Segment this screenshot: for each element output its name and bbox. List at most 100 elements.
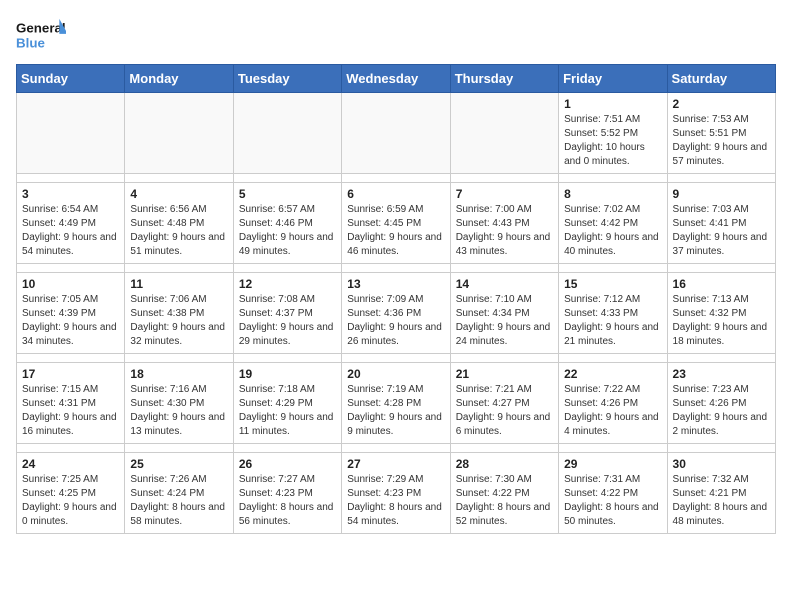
calendar-day-6: 6Sunrise: 6:59 AM Sunset: 4:45 PM Daylig… — [342, 183, 450, 264]
calendar-body: 1Sunrise: 7:51 AM Sunset: 5:52 PM Daylig… — [17, 93, 776, 534]
calendar-day-22: 22 Sunrise: 7:22 AM Sunset: 4:26 PM Dayli… — [559, 363, 667, 444]
calendar-day-30: 30 Sunrise: 7:32 AM Sunset: 4:21 PM Dayli… — [667, 453, 775, 534]
day-info: Sunrise: 7:06 AM Sunset: 4:38 PM Dayligh… — [130, 293, 227, 349]
day-info: Sunrise: 7:15 AM Sunset: 4:31 PM Dayligh… — [22, 383, 119, 439]
day-info: Sunrise: 7:09 AM Sunset: 4:36 PM Dayligh… — [347, 293, 444, 349]
day-number: 10 — [22, 277, 119, 291]
day-number: 4 — [130, 187, 227, 201]
day-info: Sunrise: 6:56 AM Sunset: 4:48 PM Dayligh… — [130, 203, 227, 259]
calendar-header: SundayMondayTuesdayWednesdayThursdayFrid… — [17, 65, 776, 93]
day-info: Sunrise: 7:12 AM Sunset: 4:33 PM Dayligh… — [564, 293, 661, 349]
day-number: 1 — [564, 97, 661, 111]
day-number: 19 — [239, 367, 336, 381]
day-info: Sunrise: 7:30 AM Sunset: 4:22 PM Dayligh… — [456, 473, 553, 529]
weekday-wednesday: Wednesday — [342, 65, 450, 93]
day-info: Sunrise: 6:54 AM Sunset: 4:49 PM Dayligh… — [22, 203, 119, 259]
calendar-day-9: 9 Sunrise: 7:03 AM Sunset: 4:41 PM Daylig… — [667, 183, 775, 264]
day-info: Sunrise: 7:32 AM Sunset: 4:21 PM Dayligh… — [673, 473, 770, 529]
day-number: 27 — [347, 457, 444, 471]
day-number: 28 — [456, 457, 553, 471]
calendar-day-21: 21 Sunrise: 7:21 AM Sunset: 4:27 PM Dayli… — [450, 363, 558, 444]
calendar-day-empty — [125, 93, 233, 174]
calendar-day-16: 16Sunrise: 7:13 AM Sunset: 4:32 PM Dayli… — [667, 273, 775, 354]
weekday-monday: Monday — [125, 65, 233, 93]
day-number: 15 — [564, 277, 661, 291]
day-number: 30 — [673, 457, 770, 471]
day-number: 23 — [673, 367, 770, 381]
calendar-day-empty — [342, 93, 450, 174]
day-info: Sunrise: 7:13 AM Sunset: 4:32 PM Dayligh… — [673, 293, 770, 349]
calendar-day-empty — [450, 93, 558, 174]
calendar-day-15: 15 Sunrise: 7:12 AM Sunset: 4:33 PM Dayli… — [559, 273, 667, 354]
day-number: 5 — [239, 187, 336, 201]
day-info: Sunrise: 7:03 AM Sunset: 4:41 PM Dayligh… — [673, 203, 770, 259]
calendar-day-3: 3 Sunrise: 6:54 AM Sunset: 4:49 PM Daylig… — [17, 183, 125, 264]
day-info: Sunrise: 7:26 AM Sunset: 4:24 PM Dayligh… — [130, 473, 227, 529]
calendar-day-empty — [233, 93, 341, 174]
calendar-day-26: 26 Sunrise: 7:27 AM Sunset: 4:23 PM Dayli… — [233, 453, 341, 534]
day-info: Sunrise: 7:21 AM Sunset: 4:27 PM Dayligh… — [456, 383, 553, 439]
weekday-sunday: Sunday — [17, 65, 125, 93]
day-info: Sunrise: 7:25 AM Sunset: 4:25 PM Dayligh… — [22, 473, 119, 529]
calendar-day-19: 19 Sunrise: 7:18 AM Sunset: 4:29 PM Dayli… — [233, 363, 341, 444]
day-number: 29 — [564, 457, 661, 471]
calendar-week-2: 3 Sunrise: 6:54 AM Sunset: 4:49 PM Daylig… — [17, 183, 776, 264]
weekday-thursday: Thursday — [450, 65, 558, 93]
day-number: 18 — [130, 367, 227, 381]
calendar-day-12: 12 Sunrise: 7:08 AM Sunset: 4:37 PM Dayli… — [233, 273, 341, 354]
calendar-day-1: 1Sunrise: 7:51 AM Sunset: 5:52 PM Daylig… — [559, 93, 667, 174]
day-number: 3 — [22, 187, 119, 201]
calendar-week-4: 17 Sunrise: 7:15 AM Sunset: 4:31 PM Dayli… — [17, 363, 776, 444]
day-info: Sunrise: 7:18 AM Sunset: 4:29 PM Dayligh… — [239, 383, 336, 439]
day-info: Sunrise: 6:57 AM Sunset: 4:46 PM Dayligh… — [239, 203, 336, 259]
day-number: 13 — [347, 277, 444, 291]
day-number: 26 — [239, 457, 336, 471]
day-info: Sunrise: 7:00 AM Sunset: 4:43 PM Dayligh… — [456, 203, 553, 259]
calendar-day-11: 11 Sunrise: 7:06 AM Sunset: 4:38 PM Dayli… — [125, 273, 233, 354]
weekday-header-row: SundayMondayTuesdayWednesdayThursdayFrid… — [17, 65, 776, 93]
day-number: 8 — [564, 187, 661, 201]
calendar-day-23: 23Sunrise: 7:23 AM Sunset: 4:26 PM Dayli… — [667, 363, 775, 444]
day-number: 21 — [456, 367, 553, 381]
day-info: Sunrise: 7:10 AM Sunset: 4:34 PM Dayligh… — [456, 293, 553, 349]
svg-text:General: General — [16, 20, 66, 35]
day-info: Sunrise: 7:19 AM Sunset: 4:28 PM Dayligh… — [347, 383, 444, 439]
day-number: 17 — [22, 367, 119, 381]
calendar-day-24: 24 Sunrise: 7:25 AM Sunset: 4:25 PM Dayli… — [17, 453, 125, 534]
day-info: Sunrise: 6:59 AM Sunset: 4:45 PM Dayligh… — [347, 203, 444, 259]
day-info: Sunrise: 7:02 AM Sunset: 4:42 PM Dayligh… — [564, 203, 661, 259]
day-info: Sunrise: 7:31 AM Sunset: 4:22 PM Dayligh… — [564, 473, 661, 529]
day-info: Sunrise: 7:16 AM Sunset: 4:30 PM Dayligh… — [130, 383, 227, 439]
day-number: 7 — [456, 187, 553, 201]
calendar-table: SundayMondayTuesdayWednesdayThursdayFrid… — [16, 64, 776, 534]
calendar-day-25: 25Sunrise: 7:26 AM Sunset: 4:24 PM Dayli… — [125, 453, 233, 534]
calendar-day-7: 7 Sunrise: 7:00 AM Sunset: 4:43 PM Daylig… — [450, 183, 558, 264]
weekday-friday: Friday — [559, 65, 667, 93]
logo-svg: GeneralBlue — [16, 16, 66, 56]
calendar-week-3: 10Sunrise: 7:05 AM Sunset: 4:39 PM Dayli… — [17, 273, 776, 354]
calendar-day-5: 5 Sunrise: 6:57 AM Sunset: 4:46 PM Daylig… — [233, 183, 341, 264]
day-number: 9 — [673, 187, 770, 201]
calendar-day-8: 8 Sunrise: 7:02 AM Sunset: 4:42 PM Daylig… — [559, 183, 667, 264]
day-number: 22 — [564, 367, 661, 381]
day-info: Sunrise: 7:22 AM Sunset: 4:26 PM Dayligh… — [564, 383, 661, 439]
day-info: Sunrise: 7:08 AM Sunset: 4:37 PM Dayligh… — [239, 293, 336, 349]
logo: GeneralBlue — [16, 16, 66, 56]
calendar-day-10: 10Sunrise: 7:05 AM Sunset: 4:39 PM Dayli… — [17, 273, 125, 354]
day-number: 24 — [22, 457, 119, 471]
weekday-tuesday: Tuesday — [233, 65, 341, 93]
calendar-day-2: 2Sunrise: 7:53 AM Sunset: 5:51 PM Daylig… — [667, 93, 775, 174]
day-number: 20 — [347, 367, 444, 381]
calendar-day-empty — [17, 93, 125, 174]
calendar-day-29: 29 Sunrise: 7:31 AM Sunset: 4:22 PM Dayli… — [559, 453, 667, 534]
calendar-day-4: 4 Sunrise: 6:56 AM Sunset: 4:48 PM Daylig… — [125, 183, 233, 264]
calendar-week-1: 1Sunrise: 7:51 AM Sunset: 5:52 PM Daylig… — [17, 93, 776, 174]
day-info: Sunrise: 7:27 AM Sunset: 4:23 PM Dayligh… — [239, 473, 336, 529]
svg-text:Blue: Blue — [16, 35, 45, 50]
day-number: 12 — [239, 277, 336, 291]
day-number: 14 — [456, 277, 553, 291]
calendar-day-27: 27Sunrise: 7:29 AM Sunset: 4:23 PM Dayli… — [342, 453, 450, 534]
day-number: 11 — [130, 277, 227, 291]
day-number: 2 — [673, 97, 770, 111]
calendar-day-18: 18 Sunrise: 7:16 AM Sunset: 4:30 PM Dayli… — [125, 363, 233, 444]
